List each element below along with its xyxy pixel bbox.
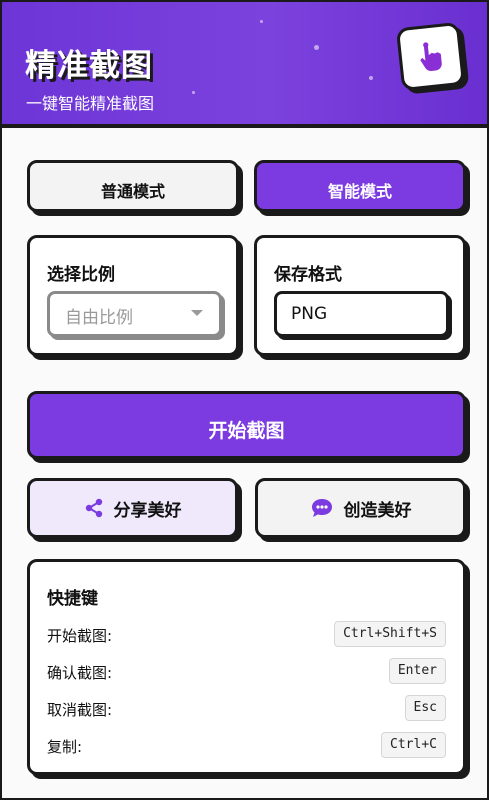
shortcuts-title: 快捷键 [47,589,98,609]
app-title: 精准截图 [25,48,153,84]
create-label: 创造美好 [343,500,412,521]
share-icon [85,498,102,518]
create-button[interactable]: 创造美好 [255,478,466,538]
decor-dot [314,45,319,50]
decor-dot [369,76,373,80]
ratio-card: 选择比例 自由比例 [27,235,239,356]
shortcut-label: 复制: [47,738,83,756]
shortcut-row: 确认截图: Enter [47,658,446,686]
shortcut-key: Ctrl+Shift+S [334,621,446,647]
start-capture-label: 开始截图 [208,420,285,442]
ratio-label: 选择比例 [47,265,115,285]
shortcut-key: Esc [404,695,446,721]
shortcut-label: 取消截图: [47,701,113,719]
shortcut-row: 复制: Ctrl+C [47,732,446,760]
shortcut-label: 确认截图: [47,664,113,682]
ratio-select[interactable]: 自由比例 [47,291,222,337]
format-card: 保存格式 PNG [254,235,466,356]
normal-mode-button[interactable]: 普通模式 [27,160,239,212]
app-window: 精准截图 一键智能精准截图 普通模式 智能模式 选择比例 自由比例 保存格式 P… [0,0,489,800]
decor-dot [260,20,263,23]
shortcut-key: Enter [388,658,446,684]
share-button[interactable]: 分享美好 [27,478,238,538]
format-field[interactable]: PNG [274,291,449,337]
app-logo [395,21,466,92]
ratio-select-value: 自由比例 [65,308,133,328]
shortcut-row: 取消截图: Esc [47,695,446,723]
start-capture-button[interactable]: 开始截图 [27,391,466,459]
shortcut-row: 开始截图: Ctrl+Shift+S [47,621,446,649]
smart-mode-label: 智能模式 [327,182,392,201]
decor-dot [192,91,195,94]
shortcut-label: 开始截图: [47,627,113,645]
shortcuts-card: 快捷键 开始截图: Ctrl+Shift+S 确认截图: Enter 取消截图:… [27,559,466,775]
header: 精准截图 一键智能精准截图 [2,2,487,128]
smart-mode-button[interactable]: 智能模式 [254,160,466,212]
chevron-down-icon [191,310,203,316]
format-value: PNG [291,304,328,324]
pointer-hand-icon [419,41,442,71]
share-label: 分享美好 [113,500,182,521]
chat-bubble-icon [311,499,332,517]
format-label: 保存格式 [274,265,342,285]
shortcut-key: Ctrl+C [381,732,446,758]
normal-mode-label: 普通模式 [100,182,165,201]
app-subtitle: 一键智能精准截图 [26,94,155,113]
